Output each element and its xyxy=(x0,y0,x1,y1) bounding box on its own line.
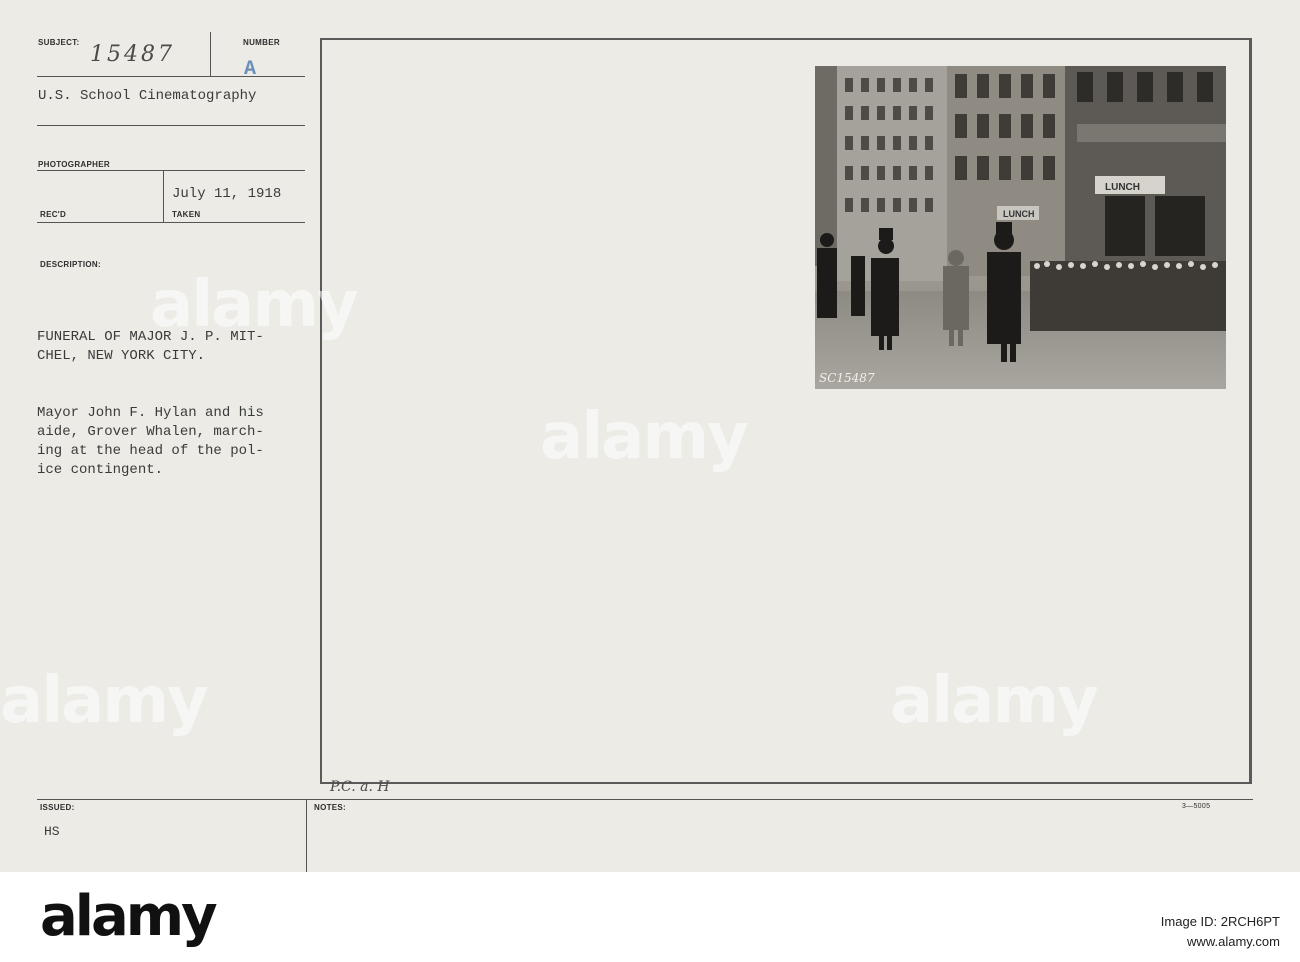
image-id: Image ID: 2RCH6PT xyxy=(1160,914,1280,929)
description-body: Mayor John F. Hylan and his aide, Grover… xyxy=(37,405,264,478)
recd-label: REC'D xyxy=(40,210,67,219)
subject-number: 15487 xyxy=(90,42,175,67)
rule-4 xyxy=(37,222,305,223)
lunch-sign-text: LUNCH xyxy=(1003,209,1035,219)
taken-label: TAKEN xyxy=(172,210,201,219)
site-url[interactable]: www.alamy.com xyxy=(1161,932,1280,952)
number-label: NUMBER xyxy=(243,38,280,47)
date-divider xyxy=(163,170,164,222)
watermark-3: alamy xyxy=(0,664,209,738)
notes-divider xyxy=(306,799,307,872)
subject-label: SUBJECT: xyxy=(38,38,80,47)
watermark-2: alamy xyxy=(540,400,749,474)
record-card: SUBJECT: 15487 NUMBER A U.S. School Cine… xyxy=(0,0,1300,872)
footer-logo[interactable]: alamy xyxy=(40,884,218,949)
source-text: U.S. School Cinematography xyxy=(38,88,257,104)
date-taken: July 11, 1918 xyxy=(172,186,282,202)
shop-sign-text: LUNCH xyxy=(1105,182,1140,193)
rule-1 xyxy=(37,76,305,77)
issued-value: HS xyxy=(44,824,60,839)
footer-info: Image ID: 2RCH6PT www.alamy.com xyxy=(1161,912,1280,952)
bottom-rule xyxy=(37,799,1253,800)
header-divider xyxy=(210,32,211,76)
notes-handwriting: P.C. a. H xyxy=(330,779,390,795)
description-label: DESCRIPTION: xyxy=(40,260,101,269)
issued-label: ISSUED: xyxy=(40,803,75,812)
number-stamp: A xyxy=(244,58,257,81)
form-number: 3—5005 xyxy=(1182,803,1211,810)
photographer-label: PHOTOGRAPHER xyxy=(38,160,110,169)
rule-3 xyxy=(37,170,305,171)
watermark-1: alamy xyxy=(150,268,359,342)
negative-number: SC15487 xyxy=(819,371,875,385)
rule-2 xyxy=(37,125,305,126)
street-photograph: LUNCH LUNCH SC15487 xyxy=(815,66,1226,389)
notes-label: NOTES: xyxy=(314,803,347,812)
watermark-4: alamy xyxy=(890,664,1099,738)
